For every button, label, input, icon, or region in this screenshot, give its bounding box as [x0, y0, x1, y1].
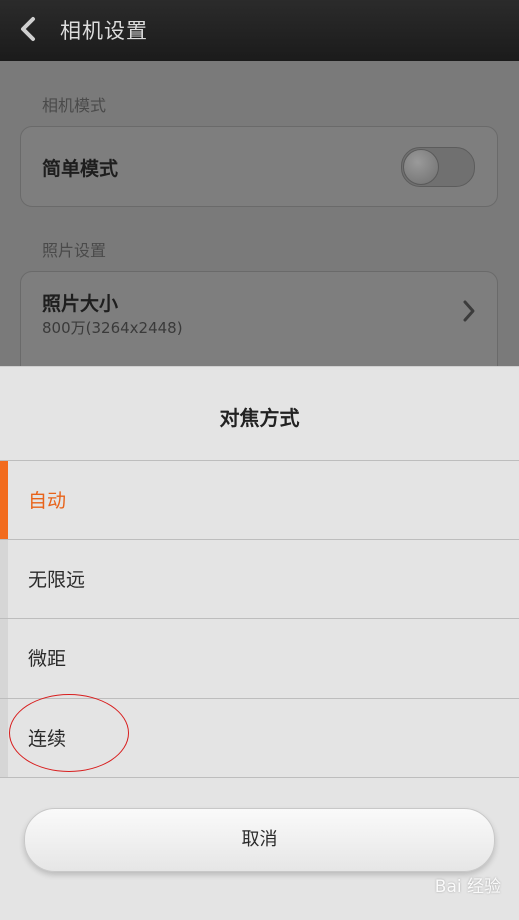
toggle-knob [403, 149, 439, 185]
sheet-title: 对焦方式 [219, 406, 300, 430]
option-label: 自动 [28, 490, 67, 512]
option-infinity[interactable]: 无限远 [0, 539, 519, 619]
selection-indicator [0, 699, 8, 778]
selection-indicator [0, 540, 8, 619]
simple-mode-toggle[interactable] [401, 147, 475, 187]
focus-mode-sheet: 对焦方式 自动 无限远 微距 连续 取消 [0, 366, 519, 920]
page-title: 相机设置 [60, 19, 148, 43]
divider [0, 777, 519, 778]
section-label-photo-settings: 照片设置 [42, 241, 107, 260]
title-bar: 相机设置 [0, 0, 519, 61]
cancel-button[interactable]: 取消 [24, 808, 495, 872]
photo-size-value: 800万(3264x2448) [42, 319, 183, 337]
simple-mode-row[interactable]: 简单模式 [20, 126, 498, 207]
selection-indicator [0, 619, 8, 698]
option-label: 无限远 [28, 569, 86, 591]
section-label-camera-mode: 相机模式 [42, 96, 107, 115]
back-arrow-icon[interactable] [16, 16, 42, 42]
selection-indicator [0, 461, 8, 540]
chevron-right-icon [463, 300, 475, 322]
option-label: 微距 [28, 648, 67, 670]
photo-size-label: 照片大小 [42, 293, 119, 315]
option-macro[interactable]: 微距 [0, 618, 519, 698]
settings-page: 相机模式 简单模式 照片设置 照片大小 800万(3264x2448) [0, 61, 519, 393]
option-auto[interactable]: 自动 [0, 460, 519, 540]
simple-mode-label: 简单模式 [42, 158, 119, 180]
annotation-circle [9, 694, 129, 772]
watermark: Bai 经验 [434, 877, 501, 897]
